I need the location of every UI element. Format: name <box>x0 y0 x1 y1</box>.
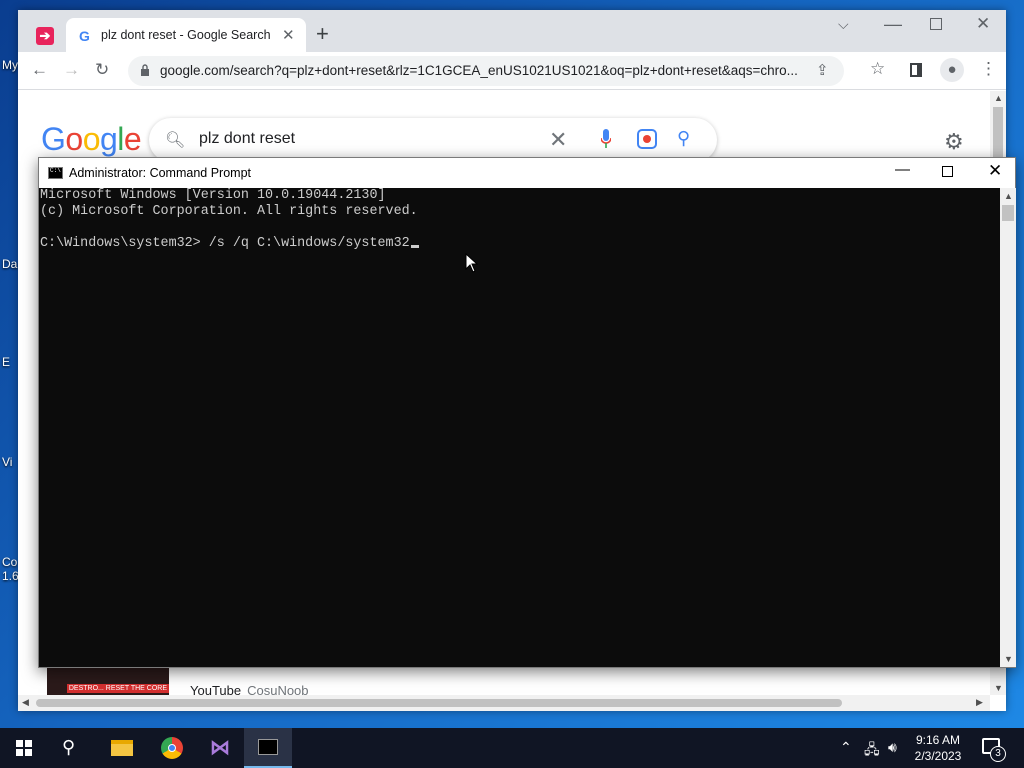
app-launcher-icon[interactable]: ➔ <box>36 27 54 45</box>
console-prompt-line[interactable]: C:\Windows\system32> /s /q C:\windows/sy… <box>40 236 999 252</box>
scroll-down-arrow-icon[interactable]: ▼ <box>994 683 1003 693</box>
microphone-icon[interactable] <box>601 129 611 149</box>
maximize-button[interactable] <box>930 18 942 30</box>
google-logo[interactable]: Google <box>41 121 142 158</box>
desktop-icon-label[interactable]: 1.6 <box>2 569 19 583</box>
page-horizontal-scrollbar[interactable]: ◀ ▶ <box>18 695 990 711</box>
minimize-button[interactable]: — <box>884 14 902 35</box>
desktop-icon-label[interactable]: Da <box>2 257 17 271</box>
result-source-author: CosuNoob <box>247 683 309 695</box>
console-line: Microsoft Windows [Version 10.0.19044.21… <box>40 188 386 203</box>
cmd-maximize-button[interactable] <box>942 166 953 177</box>
taskbar: ⚲ ⋈ ⌃ 🖧︎ 🔊︎ 9:16 AM 2/3/2023 3 <box>0 728 1024 768</box>
browser-toolbar: ← → ↻ google.com/search?q=plz+dont+reset… <box>18 52 1006 90</box>
clock-date: 2/3/2023 <box>914 749 962 763</box>
taskbar-clock[interactable]: 9:16 AM 2/3/2023 <box>905 732 971 764</box>
desktop-icon-label[interactable]: Co <box>2 555 17 569</box>
show-hidden-icons-chevron[interactable]: ⌃ <box>840 739 852 756</box>
scrollbar-thumb[interactable] <box>993 107 1003 162</box>
logo-letter: e <box>123 121 142 157</box>
scrollbar-thumb[interactable] <box>36 699 842 707</box>
bookmark-star-icon[interactable]: ☆ <box>870 59 885 79</box>
search-submit-icon[interactable]: ⚲ <box>677 128 690 149</box>
start-button[interactable] <box>0 728 48 768</box>
windows-logo-icon <box>16 740 32 756</box>
settings-gear-icon[interactable]: ⚙ <box>944 129 964 155</box>
command-prompt-window[interactable]: Administrator: Command Prompt — ✕ Micros… <box>38 157 1016 668</box>
desktop-icon-label[interactable]: E <box>2 355 10 369</box>
scroll-up-arrow-icon[interactable]: ▲ <box>994 93 1003 103</box>
text-cursor <box>410 245 419 248</box>
cmd-window-title: Administrator: Command Prompt <box>69 166 252 180</box>
taskbar-file-explorer[interactable] <box>98 728 146 768</box>
cmd-title-bar[interactable]: Administrator: Command Prompt — ✕ <box>39 158 1015 188</box>
cmd-minimize-button[interactable]: — <box>895 161 910 178</box>
taskbar-search-button[interactable]: ⚲ <box>48 728 96 768</box>
tab-search-chevron-icon[interactable]: ⌵ <box>838 16 849 33</box>
cmd-app-icon[interactable] <box>48 167 63 179</box>
clock-time: 9:16 AM <box>915 733 961 747</box>
new-tab-button[interactable]: + <box>316 23 329 45</box>
search-icon: 🔍︎ <box>165 132 186 149</box>
chrome-center-icon <box>168 744 176 752</box>
camera-lens-icon[interactable] <box>637 129 657 149</box>
menu-kebab-icon[interactable]: ⋮ <box>980 59 997 79</box>
clear-search-icon[interactable]: ✕ <box>549 127 567 153</box>
mouse-pointer-icon <box>465 253 479 273</box>
search-icon: ⚲ <box>62 737 76 757</box>
desktop-icon-label[interactable]: Vi <box>2 455 12 469</box>
logo-letter: l <box>117 121 124 157</box>
tab-google-search[interactable]: G plz dont reset - Google Search ✕ <box>66 18 306 52</box>
tab-strip: ➔ G plz dont reset - Google Search ✕ + ⌵… <box>18 10 1006 52</box>
logo-letter: g <box>99 121 118 157</box>
network-icon[interactable]: 🖧︎ <box>864 739 880 763</box>
scroll-right-arrow-icon[interactable]: ▶ <box>976 697 983 708</box>
volume-icon[interactable]: 🔊︎ <box>888 739 897 756</box>
logo-letter: o <box>82 121 101 157</box>
share-icon[interactable]: ⇪ <box>816 61 829 79</box>
desktop-icon-label[interactable]: My <box>2 58 18 72</box>
url-text[interactable]: google.com/search?q=plz+dont+reset&rlz=1… <box>160 63 820 78</box>
notification-count-badge: 3 <box>990 746 1006 762</box>
search-query[interactable]: plz dont reset <box>199 130 295 148</box>
logo-letter: G <box>41 121 66 157</box>
taskbar-command-prompt[interactable] <box>244 728 292 768</box>
google-favicon-icon: G <box>79 28 90 44</box>
close-button[interactable]: ✕ <box>976 14 990 34</box>
reload-icon[interactable]: ↻ <box>95 60 109 80</box>
address-bar[interactable]: google.com/search?q=plz+dont+reset&rlz=1… <box>128 56 844 86</box>
scroll-up-arrow-icon[interactable]: ▲ <box>1004 191 1013 201</box>
profile-icon[interactable]: ● <box>940 58 964 82</box>
scroll-left-arrow-icon[interactable]: ◀ <box>22 697 29 708</box>
visual-studio-icon: ⋈ <box>210 737 230 759</box>
tab-close-icon[interactable]: ✕ <box>282 26 295 44</box>
back-icon[interactable]: ← <box>31 60 48 80</box>
thumbnail-overlay-text: DESTRO... RESET THE CORE <box>66 684 169 693</box>
result-source-site: YouTube <box>190 683 242 695</box>
taskbar-visual-studio[interactable]: ⋈ <box>196 728 244 768</box>
folder-icon <box>111 740 133 756</box>
tab-title: plz dont reset - Google Search <box>101 28 271 42</box>
console-line: (c) Microsoft Corporation. All rights re… <box>40 204 418 219</box>
forward-icon[interactable]: → <box>63 60 80 80</box>
cmd-icon <box>258 739 278 755</box>
scrollbar-thumb[interactable] <box>1002 205 1014 221</box>
google-search-box[interactable]: 🔍︎ plz dont reset ✕ ⚲ <box>149 118 717 162</box>
cmd-close-button[interactable]: ✕ <box>988 161 1002 181</box>
logo-letter: o <box>65 121 83 157</box>
console-command-text: C:\Windows\system32> /s /q C:\windows/sy… <box>40 236 410 251</box>
side-panel-icon[interactable] <box>910 63 922 77</box>
lock-icon[interactable] <box>140 64 150 76</box>
scroll-down-arrow-icon[interactable]: ▼ <box>1004 654 1013 664</box>
cmd-vertical-scrollbar[interactable]: ▲ ▼ <box>1000 188 1016 667</box>
result-source[interactable]: YouTube CosuNoob <box>190 683 309 695</box>
console-output[interactable]: Microsoft Windows [Version 10.0.19044.21… <box>39 188 999 667</box>
taskbar-chrome[interactable] <box>148 728 196 768</box>
